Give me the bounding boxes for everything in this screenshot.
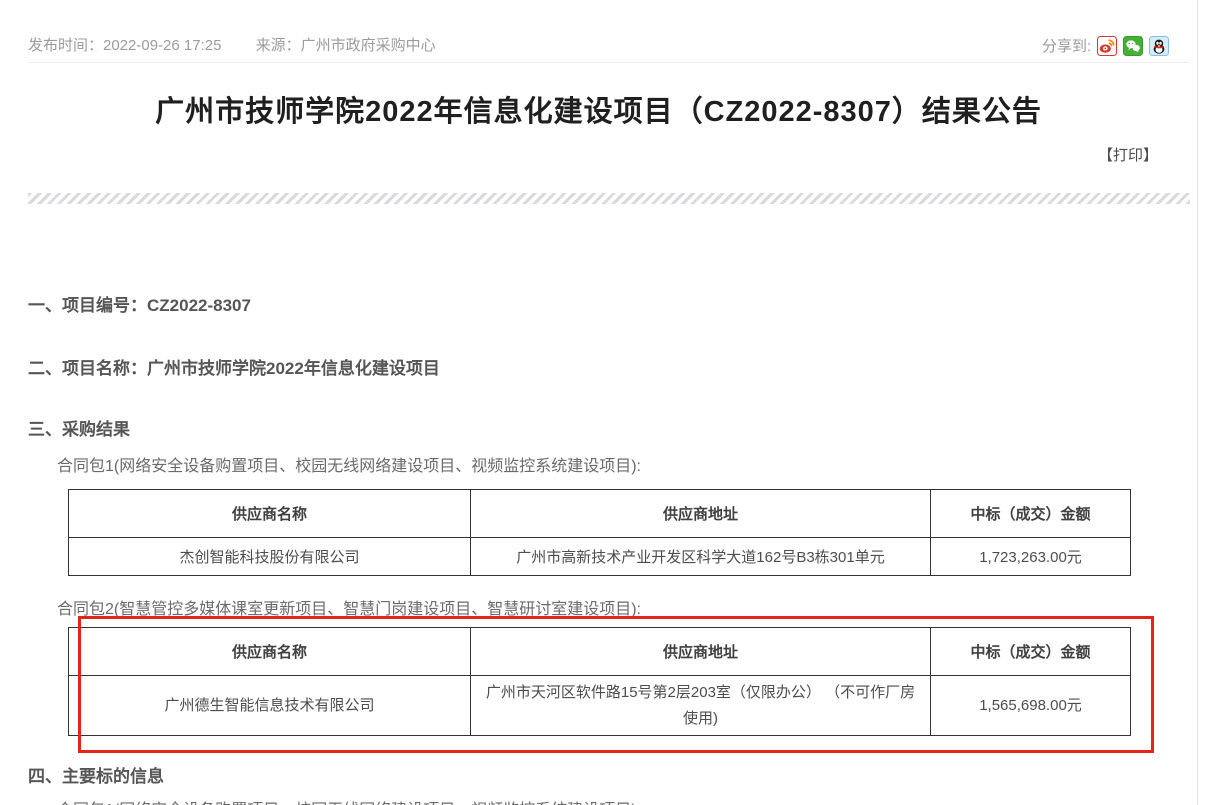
supplier-name-cell: 广州德生智能信息技术有限公司 <box>69 676 471 736</box>
page-border <box>1197 0 1198 805</box>
section-project-number: 一、项目编号：CZ2022-8307 <box>28 291 251 316</box>
supplier-name-cell: 杰创智能科技股份有限公司 <box>69 538 471 576</box>
award-amount-cell: 1,565,698.00元 <box>931 676 1131 736</box>
package1-intro-repeat-clipped: 合同包1(网络安全设备购置项目、校园无线网络建设项目、视频监控系统建设项目): <box>57 796 641 805</box>
share-label: 分享到: <box>1042 35 1091 56</box>
qq-icon[interactable] <box>1149 36 1169 56</box>
result-table-package1: 供应商名称 供应商地址 中标（成交）金额 杰创智能科技股份有限公司 广州市高新技… <box>68 489 1131 576</box>
weibo-icon[interactable] <box>1097 36 1117 56</box>
source: 来源：广州市政府采购中心 <box>256 37 436 54</box>
table-header-row: 供应商名称 供应商地址 中标（成交）金额 <box>69 628 1131 676</box>
supplier-address-cell: 广州市高新技术产业开发区科学大道162号B3栋301单元 <box>471 538 931 576</box>
header-supplier-address: 供应商地址 <box>471 490 931 538</box>
header-supplier-name: 供应商名称 <box>69 628 471 676</box>
section-project-name: 二、项目名称：广州市技师学院2022年信息化建设项目 <box>28 354 440 379</box>
header-supplier-name: 供应商名称 <box>69 490 471 538</box>
supplier-address-cell: 广州市天河区软件路15号第2层203室（仅限办公） （不可作厂房使用) <box>471 676 931 736</box>
table-header-row: 供应商名称 供应商地址 中标（成交）金额 <box>69 490 1131 538</box>
page: 发布时间：2022-09-26 17:25 来源：广州市政府采购中心 分享到: <box>0 0 1218 805</box>
award-amount-cell: 1,723,263.00元 <box>931 538 1131 576</box>
publish-time: 发布时间：2022-09-26 17:25 <box>28 37 221 54</box>
table-row: 杰创智能科技股份有限公司 广州市高新技术产业开发区科学大道162号B3栋301单… <box>69 538 1131 576</box>
header-award-amount: 中标（成交）金额 <box>931 628 1131 676</box>
page-title: 广州市技师学院2022年信息化建设项目（CZ2022-8307）结果公告 <box>0 88 1197 130</box>
package1-intro: 合同包1(网络安全设备购置项目、校园无线网络建设项目、视频监控系统建设项目): <box>57 452 641 476</box>
package2-intro: 合同包2(智慧管控多媒体课室更新项目、智慧门岗建设项目、智慧研讨室建设项目): <box>57 595 641 619</box>
header-supplier-address: 供应商地址 <box>471 628 931 676</box>
table-row: 广州德生智能信息技术有限公司 广州市天河区软件路15号第2层203室（仅限办公）… <box>69 676 1131 736</box>
share-bar: 分享到: <box>1042 35 1169 56</box>
print-button[interactable]: 【打印】 <box>1098 144 1158 165</box>
divider-line <box>28 62 1190 63</box>
section-procurement-result: 三、采购结果 <box>28 415 130 440</box>
hatch-divider <box>28 193 1190 204</box>
section-main-subject-info: 四、主要标的信息 <box>28 762 164 787</box>
wechat-icon[interactable] <box>1123 36 1143 56</box>
meta-bar: 发布时间：2022-09-26 17:25 来源：广州市政府采购中心 <box>28 34 436 55</box>
result-table-package2: 供应商名称 供应商地址 中标（成交）金额 广州德生智能信息技术有限公司 广州市天… <box>68 627 1131 736</box>
header-award-amount: 中标（成交）金额 <box>931 490 1131 538</box>
